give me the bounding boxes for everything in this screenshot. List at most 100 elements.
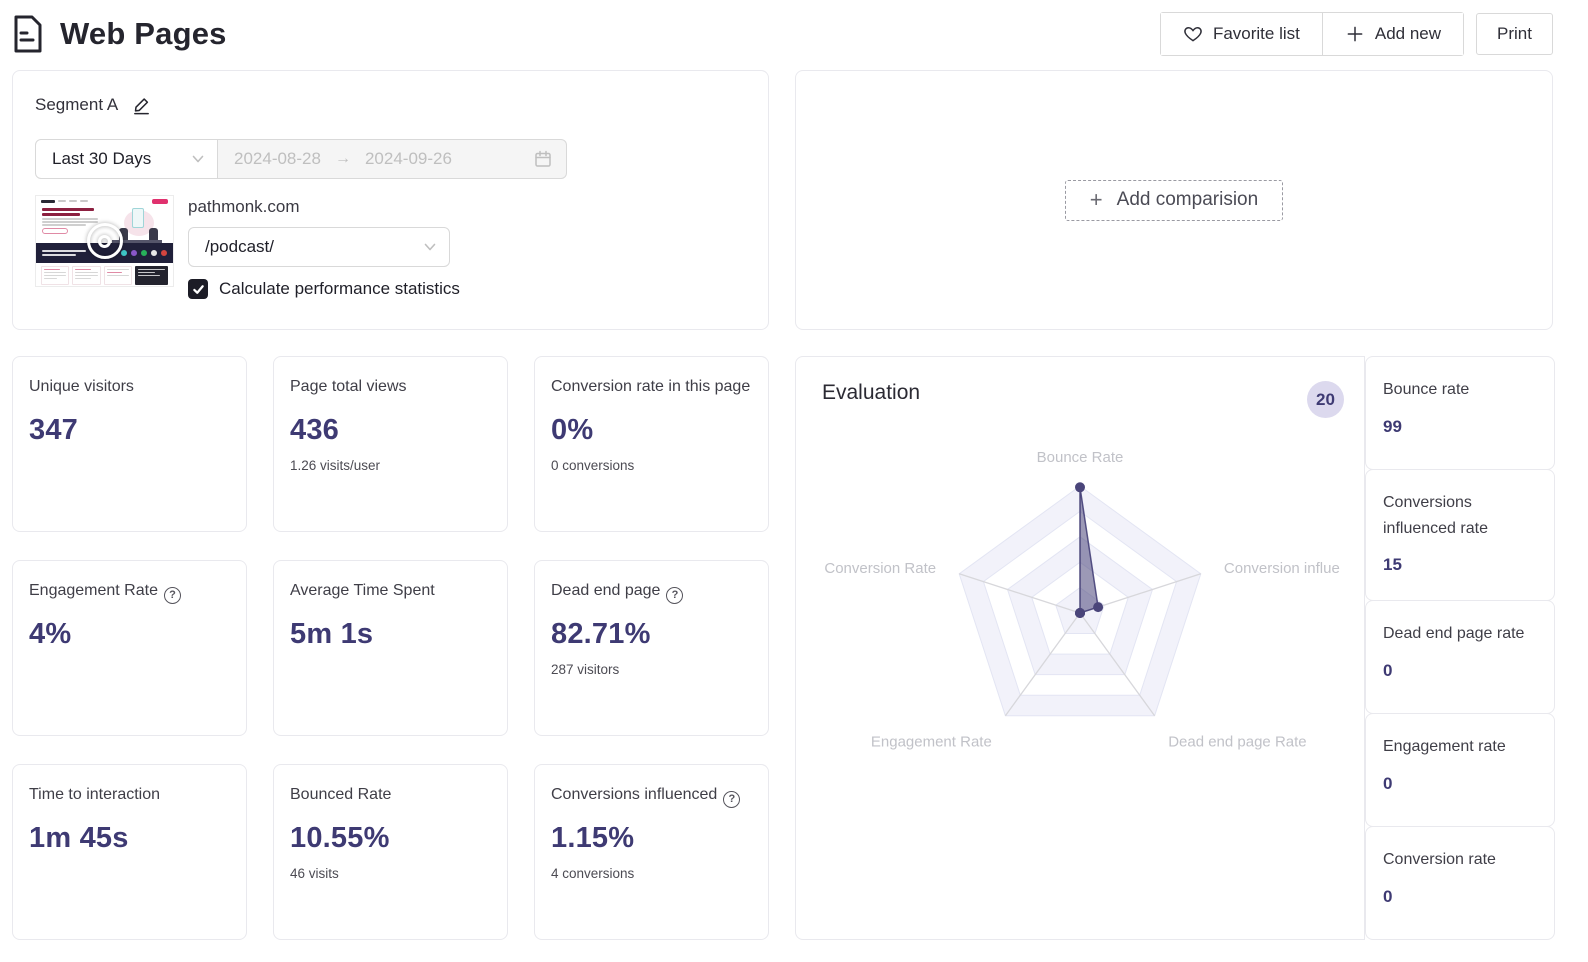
svg-text:Conversion influe: Conversion influe	[1224, 560, 1340, 577]
svg-text:Bounce Rate: Bounce Rate	[1037, 449, 1124, 466]
metric-label: Dead end page?	[551, 578, 752, 604]
side-stat-value: 0	[1383, 886, 1393, 906]
favorite-list-button[interactable]: Favorite list	[1160, 13, 1322, 55]
metric-card: Time to interaction 1m 45s	[12, 764, 247, 940]
metric-sub: 1.26 visits/user	[290, 458, 381, 474]
metric-label: Conversion rate in this page	[551, 374, 752, 400]
metric-label: Conversions influenced?	[551, 782, 752, 808]
metric-value: 436	[290, 414, 339, 447]
chevron-down-icon	[192, 155, 204, 163]
plus-icon	[1347, 26, 1363, 42]
date-preset-value: Last 30 Days	[52, 149, 152, 168]
metric-label: Bounced Rate	[290, 782, 491, 808]
metric-card: Unique visitors 347	[12, 356, 247, 532]
metric-label-text: Page total views	[290, 378, 407, 395]
date-range-input: 2024-08-28 → 2024-09-26	[218, 139, 567, 179]
metric-card: Page total views 436 1.26 visits/user	[273, 356, 508, 532]
page-title: Web Pages	[60, 16, 227, 51]
metric-card: Engagement Rate? 4%	[12, 560, 247, 736]
date-start-value: 2024-08-28	[234, 149, 321, 168]
side-stat-value: 15	[1383, 555, 1402, 575]
evaluation-score-badge: 20	[1307, 381, 1344, 418]
add-new-button[interactable]: Add new	[1321, 13, 1464, 55]
segment-body: pathmonk.com /podcast/ Calculate perform…	[35, 195, 746, 299]
side-stat-cell: Dead end page rate 0	[1365, 600, 1555, 714]
header-actions: Favorite list Add new Print	[1159, 12, 1553, 56]
metric-sub: 46 visits	[290, 866, 339, 882]
metric-label-text: Engagement Rate	[29, 582, 158, 599]
metric-value: 5m 1s	[290, 618, 374, 651]
radar-chart-container: Bounce Rate Conversion influe Dead end pag…	[796, 428, 1364, 768]
segment-title-row: Segment A	[35, 95, 746, 115]
metric-label: Time to interaction	[29, 782, 230, 808]
metric-label: Unique visitors	[29, 374, 230, 400]
metric-label-text: Unique visitors	[29, 378, 134, 395]
document-icon	[14, 15, 42, 53]
add-comparison-label: Add comparision	[1116, 189, 1259, 210]
metric-value: 82.71%	[551, 618, 651, 651]
metric-value: 4%	[29, 618, 72, 651]
side-stat-label: Engagement rate	[1383, 738, 1506, 755]
metric-label: Page total views	[290, 374, 491, 400]
checkbox-checked-icon[interactable]	[188, 279, 208, 299]
metric-sub: 4 conversions	[551, 866, 635, 882]
question-mark-icon[interactable]: ?	[163, 586, 181, 604]
evaluation-section: Evaluation 20 Bounce Rate Conversion infl…	[795, 356, 1555, 940]
evaluation-title: Evaluation	[822, 381, 921, 404]
metric-value: 347	[29, 414, 78, 447]
svg-text:Conversion Rate: Conversion Rate	[824, 560, 936, 577]
date-preset-select[interactable]: Last 30 Days	[35, 139, 218, 179]
evaluation-header: Evaluation 20	[822, 381, 1364, 418]
side-stat-label: Conversions influenced rate	[1383, 494, 1488, 537]
metric-value: 0%	[551, 414, 594, 447]
page-thumbnail[interactable]	[35, 195, 174, 287]
radar-chart: Bounce Rate Conversion influe Dead end pag…	[824, 449, 1340, 750]
thumb-nav	[36, 196, 173, 206]
side-stat-value: 0	[1383, 773, 1393, 793]
page-path-select[interactable]: /podcast/	[188, 227, 450, 267]
question-mark-icon[interactable]: ?	[666, 586, 684, 604]
domain-label: pathmonk.com	[188, 197, 300, 216]
eye-icon	[86, 223, 123, 259]
calendar-icon	[535, 150, 551, 167]
metric-card: Conversion rate in this page 0% 0 conver…	[534, 356, 769, 532]
side-stat-cell: Conversion rate 0	[1365, 826, 1555, 940]
metric-sub: 0 conversions	[551, 458, 635, 474]
metric-value: 10.55%	[290, 822, 390, 855]
metric-label-text: Time to interaction	[29, 786, 161, 803]
metric-card: Dead end page? 82.71% 287 visitors	[534, 560, 769, 736]
question-mark-icon[interactable]: ?	[723, 790, 741, 808]
metric-sub: 287 visitors	[551, 662, 620, 678]
add-comparison-button[interactable]: + Add comparision	[1064, 179, 1284, 221]
svg-text:Engagement Rate: Engagement Rate	[871, 733, 992, 750]
page-header-left: Web Pages	[12, 15, 227, 53]
side-stat-cell: Engagement rate 0	[1365, 713, 1555, 827]
side-stat-label: Bounce rate	[1383, 381, 1470, 398]
edit-pencil-icon[interactable]	[132, 96, 151, 115]
side-stat-cell: Bounce rate 99	[1365, 356, 1555, 470]
side-stat-value: 0	[1383, 660, 1393, 680]
plus-icon: +	[1089, 187, 1103, 212]
heart-icon	[1184, 26, 1202, 42]
date-end-value: 2024-09-26	[364, 149, 452, 168]
web-pages-dashboard: Web Pages Favorite list Add new Print Se…	[0, 0, 1588, 960]
main-row: Unique visitors 347 Page total views 436…	[12, 356, 1555, 940]
segment-name: Segment A	[35, 95, 119, 114]
metric-value: 1.15%	[551, 822, 635, 855]
header-button-group: Favorite list Add new	[1159, 12, 1465, 56]
print-button[interactable]: Print	[1476, 13, 1553, 55]
side-stat-value: 99	[1383, 416, 1402, 436]
comparison-card: + Add comparision	[795, 70, 1553, 330]
segment-card: Segment A Last 30 Days 2024-08-28 → 2024…	[12, 70, 769, 330]
page-path-value: /podcast/	[205, 237, 274, 256]
metric-card: Average Time Spent 5m 1s	[273, 560, 508, 736]
side-stat-label: Conversion rate	[1383, 851, 1496, 868]
side-stat-cell: Conversions influenced rate 15	[1365, 469, 1555, 601]
date-range-row: Last 30 Days 2024-08-28 → 2024-09-26	[35, 139, 746, 179]
evaluation-card: Evaluation 20 Bounce Rate Conversion infl…	[795, 356, 1365, 940]
metric-label-text: Bounced Rate	[290, 786, 392, 803]
metrics-grid: Unique visitors 347 Page total views 436…	[12, 356, 769, 940]
metric-label: Average Time Spent	[290, 578, 491, 604]
calc-stats-checkbox-row[interactable]: Calculate performance statistics	[188, 279, 460, 299]
segment-page-picker: pathmonk.com /podcast/ Calculate perform…	[188, 195, 460, 299]
